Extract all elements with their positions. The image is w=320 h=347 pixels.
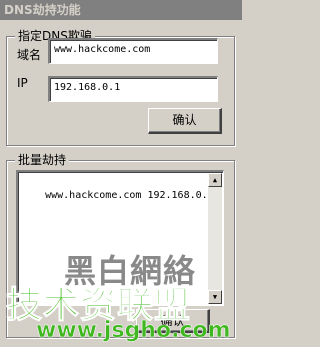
domain-label: 域名: [17, 48, 42, 62]
ip-input[interactable]: 192.168.0.1: [48, 76, 218, 102]
window-title: DNS劫持功能: [4, 3, 81, 17]
scroll-down-arrow-icon[interactable]: ▼: [208, 290, 222, 304]
batch-scrollbar[interactable]: ▲ ▼: [208, 173, 222, 304]
batch-entries-text: www.hackcome.com 192.168.0.1: [45, 190, 214, 201]
scroll-up-arrow-icon[interactable]: ▲: [208, 173, 222, 187]
domain-input[interactable]: www.hackcome.com: [48, 38, 218, 64]
watermark-url: www.jsgho.com: [36, 318, 231, 344]
dns-hijack-window: DNS劫持功能 指定DNS欺骗 域名 www.hackcome.com IP 1…: [0, 0, 242, 347]
window-title-bar[interactable]: DNS劫持功能: [0, 0, 242, 20]
batch-group-title: 批量劫持: [15, 152, 70, 168]
ip-label: IP: [17, 76, 28, 90]
spoof-confirm-button[interactable]: 确认: [148, 108, 222, 134]
